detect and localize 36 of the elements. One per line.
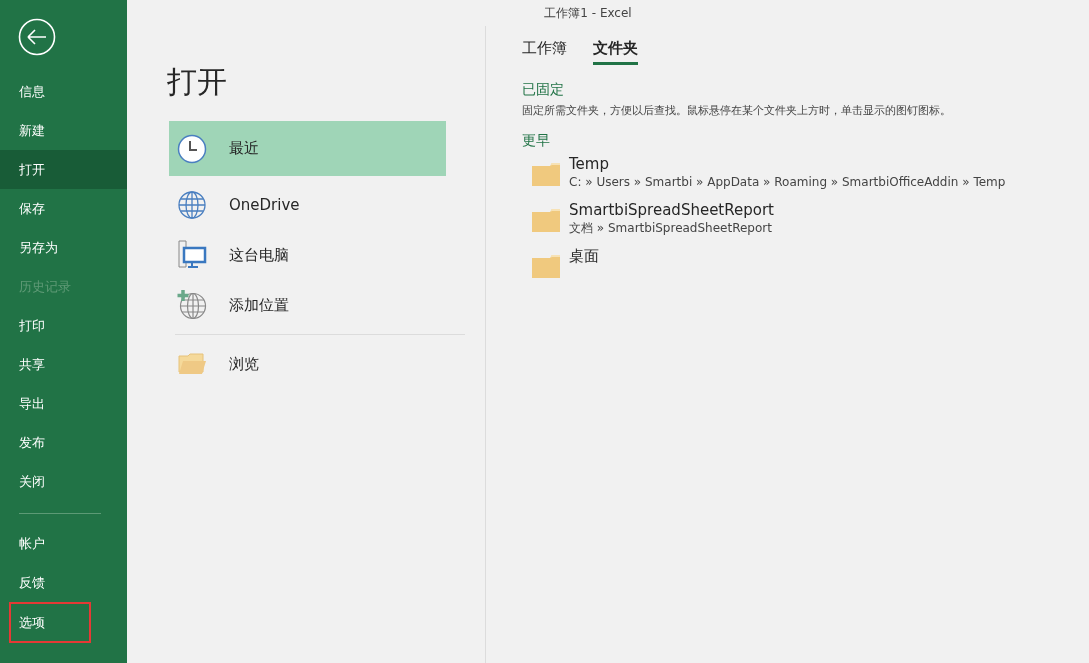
sidebar-item[interactable]: 选项 xyxy=(9,602,91,643)
sidebar-item[interactable]: 关闭 xyxy=(0,462,127,501)
folder-icon xyxy=(532,162,560,186)
location-item[interactable]: 最近 xyxy=(169,121,446,176)
sidebar-item[interactable]: 保存 xyxy=(0,189,127,228)
location-item[interactable]: 浏览 xyxy=(169,339,446,389)
sidebar-item[interactable]: 打开 xyxy=(0,150,127,189)
sidebar-item[interactable]: 打印 xyxy=(0,306,127,345)
sidebar-item[interactable]: 共享 xyxy=(0,345,127,384)
page-title: 打开 xyxy=(167,63,228,101)
window-title: 工作簿1 - Excel xyxy=(544,4,632,22)
location-item[interactable]: 这台电脑 xyxy=(169,230,446,280)
add-globe-icon xyxy=(177,290,207,320)
sidebar-item[interactable]: 信息 xyxy=(0,72,127,111)
globe-icon xyxy=(177,190,207,220)
folder-icon xyxy=(177,352,207,376)
sidebar-item[interactable]: 导出 xyxy=(0,384,127,423)
clock-icon xyxy=(177,133,207,164)
sidebar-item[interactable]: 另存为 xyxy=(0,228,127,267)
computer-icon xyxy=(177,240,207,270)
location-item[interactable]: 添加位置 xyxy=(169,280,446,330)
folder-icon xyxy=(532,208,560,232)
folder-item[interactable]: 桌面 xyxy=(522,242,599,288)
section-heading: 已固定 xyxy=(522,81,564,99)
sidebar-item[interactable]: 新建 xyxy=(0,111,127,150)
sidebar-item[interactable]: 反馈 xyxy=(0,563,127,602)
folder-item[interactable]: Temp C: » Users » Smartbi » AppData » Roaming » SmartbiOfficeAddin » Temp xyxy=(522,150,1006,196)
location-item[interactable]: OneDrive xyxy=(169,180,446,230)
sidebar-item[interactable]: 发布 xyxy=(0,423,127,462)
tab[interactable]: 工作簿 xyxy=(522,37,567,65)
sidebar-item[interactable]: 帐户 xyxy=(0,524,127,563)
pinned-hint: 固定所需文件夹，方便以后查找。鼠标悬停在某个文件夹上方时，单击显示的图钉图标。 xyxy=(522,103,951,118)
folder-icon xyxy=(532,254,560,278)
tab[interactable]: 文件夹 xyxy=(593,37,638,65)
section-heading: 更早 xyxy=(522,132,550,150)
folder-item[interactable]: SmartbiSpreadSheetReport 文档 » SmartbiSpreadSheetReport xyxy=(522,196,774,242)
